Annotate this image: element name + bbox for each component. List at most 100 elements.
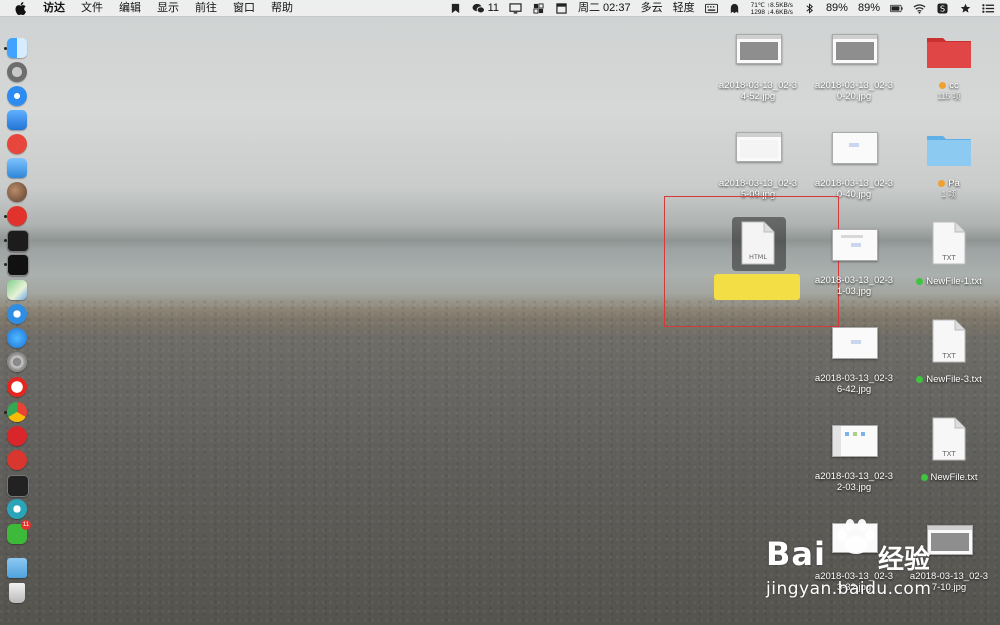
system-preferences-icon[interactable]	[7, 352, 27, 372]
chrome-icon[interactable]	[7, 402, 27, 422]
desktop-file-newfile[interactable]: TXT NewFile.txt	[901, 417, 997, 489]
wifi-icon[interactable]	[908, 0, 931, 17]
txt-document-icon: TXT	[932, 221, 966, 265]
desktop-folder-cc[interactable]: cc 115 项	[901, 33, 997, 105]
app-store-icon[interactable]	[7, 328, 27, 348]
basketball-icon[interactable]	[7, 182, 27, 202]
image-thumbnail	[832, 34, 878, 64]
terminal-icon[interactable]	[7, 254, 29, 276]
menu-edit[interactable]: 编辑	[111, 0, 149, 17]
svg-text:S: S	[940, 3, 945, 13]
txt-type-label: TXT	[941, 254, 956, 262]
bookmark-icon[interactable]	[444, 0, 467, 17]
netease-music-icon[interactable]	[7, 426, 27, 446]
menu-bar-left: 访达 文件 编辑 显示 前往 窗口 帮助	[0, 0, 301, 17]
html-type-label: HTML	[749, 253, 767, 261]
image-thumbnail	[832, 425, 878, 457]
desktop-file-a2018-03-13_02-35-09[interactable]: a2018-03-13_02-3 5-09.jpg	[710, 131, 806, 203]
desktop-file-label: NewFile.txt	[901, 472, 997, 483]
desktop-file-a2018-03-13_02-30-20[interactable]: a2018-03-13_02-3 0-20.jpg	[806, 33, 902, 105]
menu-help[interactable]: 帮助	[263, 0, 301, 17]
safari-icon[interactable]	[7, 86, 27, 106]
red-folder-icon	[927, 38, 971, 68]
sogou-input-icon[interactable]: S	[931, 0, 954, 17]
image-thumbnail	[736, 132, 782, 162]
menu-bar: 访达 文件 编辑 显示 前往 窗口 帮助 11 周二 02:37 多云 轻度 7…	[0, 0, 1000, 17]
desktop-file-newfile-1[interactable]: TXT NewFile-1.txt	[901, 221, 997, 293]
filename-edit-field[interactable]	[714, 274, 800, 300]
watermark-url: jingyan.baidu.com	[766, 579, 932, 599]
image-thumbnail	[832, 229, 878, 261]
battery-icon[interactable]	[885, 0, 908, 17]
finder-running-dot	[4, 47, 7, 50]
menu-file[interactable]: 文件	[73, 0, 111, 17]
mission-control-icon[interactable]	[527, 0, 550, 17]
weather-text[interactable]: 多云	[636, 0, 668, 17]
image-thumbnail	[736, 34, 782, 64]
todo-icon[interactable]	[7, 134, 27, 154]
green-tag-dot	[916, 278, 924, 285]
chrome-running-dot	[4, 411, 7, 414]
green-tag-dot	[916, 376, 924, 383]
spotlight-star-icon[interactable]	[954, 0, 977, 17]
watermark-brand-cn: 经验	[878, 545, 931, 575]
txt-document-icon: TXT	[932, 319, 966, 363]
desktop-file-label: NewFile-1.txt	[901, 276, 997, 287]
desktop-file-label: NewFile-3.txt	[901, 374, 997, 385]
vivaldi-icon[interactable]	[7, 450, 27, 470]
downloads-folder-icon[interactable]	[7, 558, 27, 578]
voice-memo-icon[interactable]	[7, 304, 27, 324]
desktop-file-a2018-03-13_02-34-52[interactable]: a2018-03-13_02-3 4-52.jpg	[710, 33, 806, 105]
image-thumbnail	[832, 132, 878, 164]
menu-go[interactable]: 前往	[187, 0, 225, 17]
orange-tag-dot	[939, 82, 947, 89]
desktop-folder-pa[interactable]: Pa 1 项	[901, 131, 997, 203]
console-icon[interactable]	[7, 475, 29, 497]
terminal-running-dot	[4, 263, 7, 266]
desktop-file-a2018-03-13_02-36-42[interactable]: a2018-03-13_02-3 6-42.jpg	[806, 326, 902, 398]
desktop-file-label: a2018-03-13_02-3 1-03.jpg	[814, 275, 894, 297]
maps-icon[interactable]	[7, 280, 27, 300]
keyboard-icon[interactable]	[700, 0, 723, 17]
menu-view[interactable]: 显示	[149, 0, 187, 17]
html-document-icon: HTML	[741, 221, 775, 265]
fan-speed: 1298	[750, 8, 766, 16]
apple-icon[interactable]	[14, 1, 27, 15]
txt-type-label: TXT	[941, 352, 956, 360]
baidu-jingyan-watermark: Bai 经验 jingyan.baidu.com	[766, 519, 996, 603]
orange-tag-dot	[938, 180, 946, 187]
trash-icon[interactable]	[9, 583, 25, 603]
desktop-file-newfile-3[interactable]: TXT NewFile-3.txt	[901, 319, 997, 391]
green-tag-dot	[920, 474, 928, 481]
desktop-file-a2018-03-13_02-32-03[interactable]: a2018-03-13_02-3 2-03.jpg	[806, 424, 902, 496]
desktop-file-a2018-03-13_02-31-03[interactable]: a2018-03-13_02-3 1-03.jpg	[806, 228, 902, 300]
app-red-icon[interactable]	[7, 206, 27, 226]
battery2-percent[interactable]: 89%	[853, 0, 885, 17]
desktop-file-label: a2018-03-13_02-3 4-52.jpg	[718, 80, 798, 102]
desktop-file-a2018-03-13_02-30-40[interactable]: a2018-03-13_02-3 0-40.jpg	[806, 131, 902, 203]
desktop-folder-label: cc 115 项	[937, 80, 961, 101]
launchpad-icon[interactable]	[7, 62, 27, 82]
desktop-file-label: a2018-03-13_02-3 6-42.jpg	[814, 373, 894, 395]
finder-icon[interactable]	[7, 38, 27, 58]
network-monitor[interactable]: 71℃ ↑8.5KB/s 1298 ↓4.6KB/s	[746, 2, 798, 16]
net-download: ↓4.6KB/s	[766, 8, 793, 16]
menu-app-finder[interactable]: 访达	[35, 0, 73, 17]
display-icon[interactable]	[504, 0, 527, 17]
desktop-file-label: a2018-03-13_02-3 2-03.jpg	[814, 471, 894, 493]
wechat-status-icon[interactable]: 11	[467, 0, 504, 17]
clock-datetime[interactable]: 周二 02:37	[573, 0, 636, 17]
yandex-icon[interactable]	[7, 377, 27, 397]
menu-window[interactable]: 窗口	[225, 0, 263, 17]
watermark-brand: Bai	[766, 535, 826, 573]
migration-icon[interactable]	[7, 158, 27, 178]
air-quality-text[interactable]: 轻度	[668, 0, 700, 17]
calendar-icon[interactable]	[550, 0, 573, 17]
activity-monitor-icon[interactable]	[7, 230, 29, 252]
ghost-icon[interactable]	[723, 0, 746, 17]
preview-icon[interactable]	[7, 110, 27, 130]
edge-icon[interactable]	[7, 499, 27, 519]
battery1-percent[interactable]: 89%	[821, 0, 853, 17]
notification-center-icon[interactable]	[977, 0, 1000, 17]
bluetooth-icon[interactable]	[798, 0, 821, 17]
